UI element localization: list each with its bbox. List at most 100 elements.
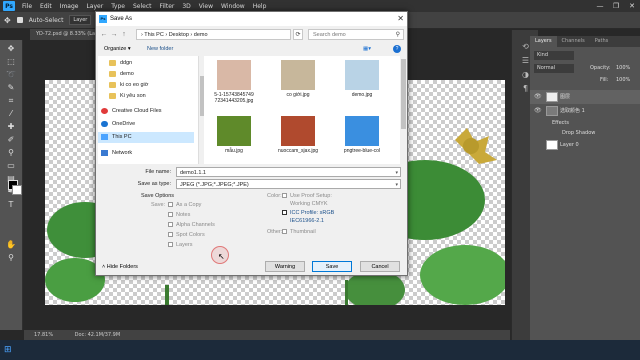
thumbnail-checkbox[interactable]: Thumbnail: [282, 229, 316, 236]
quick-select-tool-icon[interactable]: ✎: [5, 83, 17, 93]
warning-button[interactable]: Warning: [265, 261, 305, 272]
zoom-tool-icon[interactable]: ⚲: [5, 253, 17, 263]
layer-row[interactable]: Layer 0: [530, 138, 640, 152]
auto-select-checkbox[interactable]: [16, 17, 23, 23]
file-item[interactable]: demo.jpg: [338, 60, 386, 110]
opacity-value[interactable]: 100%: [616, 65, 630, 71]
image-thumbnail: [281, 60, 315, 90]
file-item[interactable]: nuoccam_sjax.jpg: [274, 116, 322, 166]
breadcrumb[interactable]: › This PC › Desktop › demo: [141, 32, 208, 38]
layer-row[interactable]: 👁 图层: [530, 90, 640, 104]
healing-brush-tool-icon[interactable]: ✚: [5, 122, 17, 132]
organize-button[interactable]: Organize ▾: [104, 43, 131, 55]
close-window-button[interactable]: ✕: [624, 0, 640, 12]
status-bar: 17.81% Doc: 42.1M/37.9M: [24, 330, 510, 340]
close-icon[interactable]: ✕: [397, 12, 404, 26]
crop-tool-icon[interactable]: ⌗: [5, 96, 17, 106]
up-arrow-icon[interactable]: ↑: [119, 31, 129, 38]
menu-item-view[interactable]: View: [195, 3, 217, 10]
layers-checkbox[interactable]: Layers: [168, 242, 193, 249]
save-button[interactable]: Save: [312, 261, 352, 272]
type-tool-icon[interactable]: T: [5, 200, 17, 210]
lasso-tool-icon[interactable]: ➰: [5, 70, 17, 80]
file-item[interactable]: co giới.jpg: [274, 60, 322, 110]
menu-item-layer[interactable]: Layer: [82, 3, 107, 10]
menu-item-file[interactable]: File: [18, 3, 36, 10]
windows-start-icon[interactable]: ⊞: [4, 345, 14, 355]
folder-icon: [109, 82, 116, 88]
brush-tool-icon[interactable]: ✐: [5, 135, 17, 145]
image-thumbnail: [345, 60, 379, 90]
restore-button[interactable]: ❐: [608, 0, 624, 12]
help-icon[interactable]: ?: [393, 45, 401, 53]
image-thumbnail: [217, 60, 251, 90]
as-copy-checkbox[interactable]: As a Copy: [168, 202, 201, 209]
marquee-tool-icon[interactable]: ⬚: [5, 57, 17, 67]
spot-colors-checkbox[interactable]: Spot Colors: [168, 232, 205, 239]
menu-item-help[interactable]: Help: [249, 3, 271, 10]
auto-select-label: Auto-Select: [28, 16, 64, 24]
menu-item-window[interactable]: Window: [217, 3, 249, 10]
refresh-icon[interactable]: ⟳: [293, 29, 303, 40]
menu-item-type[interactable]: Type: [107, 3, 129, 10]
eye-icon[interactable]: 👁: [534, 90, 542, 104]
nav-item[interactable]: Ki yêu son: [98, 91, 194, 102]
file-list-scrollbar[interactable]: [400, 56, 407, 164]
tab-channels[interactable]: Channels: [557, 36, 590, 47]
zoom-level[interactable]: 17.81%: [34, 332, 53, 338]
chevron-down-icon[interactable]: ▾: [395, 180, 398, 191]
menu-item-edit[interactable]: Edit: [36, 3, 56, 10]
eyedropper-tool-icon[interactable]: ⁄: [5, 109, 17, 119]
menu-item-filter[interactable]: Filter: [156, 3, 179, 10]
search-placeholder: Search demo: [313, 32, 346, 38]
back-arrow-icon[interactable]: ←: [99, 31, 109, 38]
view-options-icon[interactable]: ▦▾: [363, 43, 371, 55]
clone-stamp-tool-icon[interactable]: ⚲: [5, 148, 17, 158]
minimize-button[interactable]: —: [592, 0, 608, 12]
cancel-button[interactable]: Cancel: [360, 261, 400, 272]
nav-item-this-pc[interactable]: This PC: [98, 132, 194, 143]
photoshop-logo-icon: Ps: [3, 1, 15, 11]
forward-arrow-icon[interactable]: →: [109, 31, 119, 38]
blend-mode-select[interactable]: Normal: [534, 64, 574, 73]
nav-item[interactable]: Creative Cloud Files: [98, 106, 194, 117]
layers-panel: Layers Channels Paths Kind Normal Opacit…: [530, 36, 640, 340]
file-name-row: File name: demo1.1.1 ▾: [96, 167, 407, 179]
new-folder-button[interactable]: New folder: [147, 43, 173, 55]
background-color-swatch[interactable]: [12, 185, 22, 195]
tab-paths[interactable]: Paths: [590, 36, 614, 47]
hand-tool-icon[interactable]: ✋: [5, 240, 17, 250]
save-as-dialog: Ps Save As ✕ ← → ↑ › This PC › Desktop ›…: [95, 11, 408, 276]
layer-name: 图层: [560, 94, 571, 100]
layer-select-dropdown[interactable]: Layer: [69, 15, 92, 25]
layer-name: Layer 0: [560, 142, 579, 148]
fill-value[interactable]: 100%: [616, 77, 630, 83]
menu-item-select[interactable]: Select: [129, 3, 156, 10]
chevron-down-icon[interactable]: ▾: [395, 168, 398, 179]
image-thumbnail: [345, 116, 379, 146]
search-input[interactable]: Search demo ⚲: [308, 29, 404, 40]
notes-checkbox[interactable]: Notes: [168, 212, 190, 219]
move-tool-icon[interactable]: ✥: [5, 44, 17, 54]
save-type-select[interactable]: JPEG (*.JPG;*.JPEG;*.JPE) ▾: [176, 179, 401, 189]
kind-filter[interactable]: Kind: [534, 51, 574, 60]
eraser-tool-icon[interactable]: ▭: [5, 161, 17, 171]
file-item[interactable]: 5-1-15743845749 72341443205.jpg: [210, 60, 258, 110]
menu-item-3d[interactable]: 3D: [178, 3, 194, 10]
file-item[interactable]: mẫu.jpg: [210, 116, 258, 166]
folder-icon: [109, 93, 116, 99]
nav-item[interactable]: demo: [98, 69, 194, 80]
use-proof-checkbox[interactable]: Use Proof Setup:: [282, 193, 332, 200]
icc-profile-checkbox[interactable]: ICC Profile: sRGB: [282, 210, 334, 217]
menu-item-image[interactable]: Image: [56, 3, 83, 10]
tab-layers[interactable]: Layers: [530, 36, 557, 47]
nav-item[interactable]: Network: [98, 148, 194, 159]
nav-item[interactable]: ki co eo giờ: [98, 80, 194, 91]
nav-item[interactable]: ddgn: [98, 58, 194, 69]
nav-item[interactable]: OneDrive: [98, 119, 194, 130]
address-bar[interactable]: › This PC › Desktop › demo: [136, 29, 291, 40]
hide-folders-button[interactable]: ˄ Hide Folders: [102, 262, 138, 272]
alpha-channels-checkbox[interactable]: Alpha Channels: [168, 222, 215, 229]
file-item[interactable]: pngtree-blue-col: [338, 116, 386, 166]
file-name-input[interactable]: demo1.1.1 ▾: [176, 167, 401, 177]
